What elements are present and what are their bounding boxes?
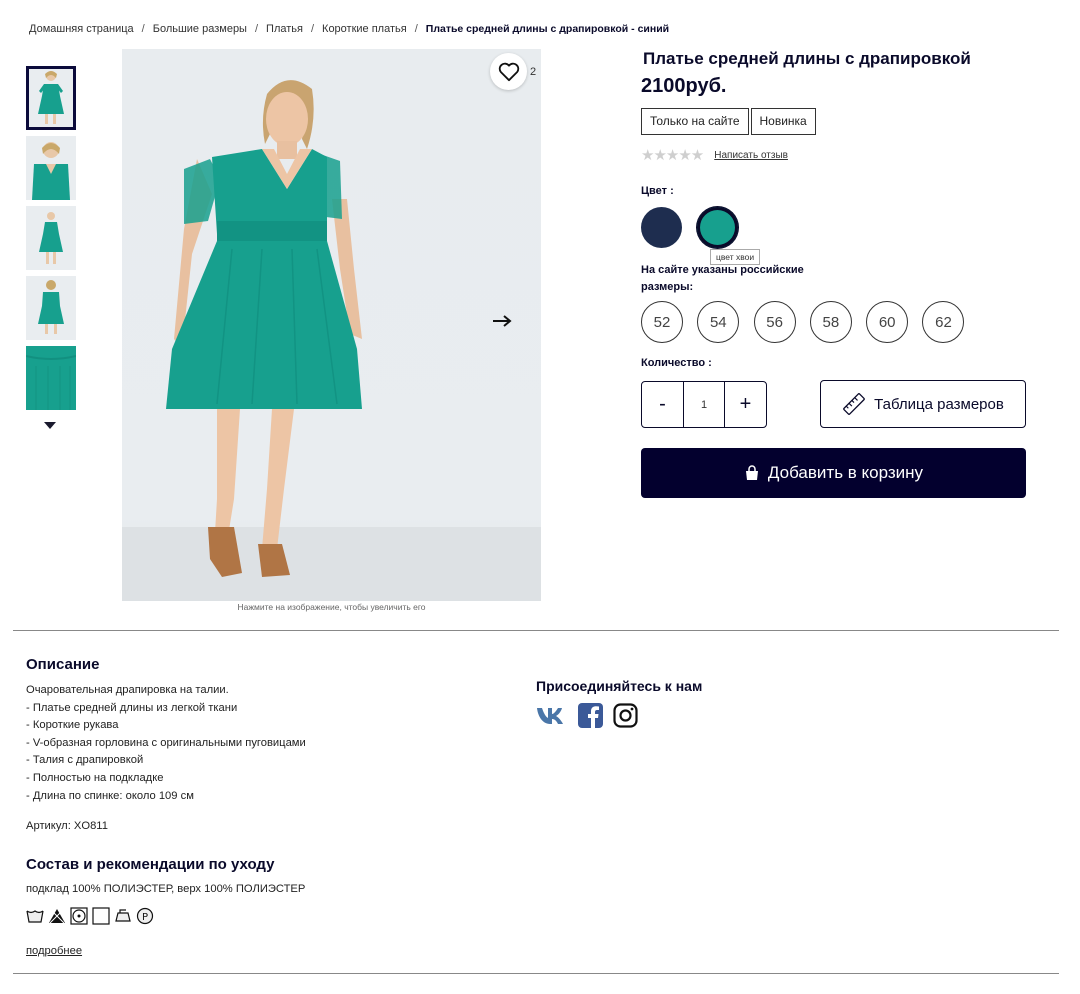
ruler-icon [843, 393, 865, 415]
divider [13, 630, 1059, 631]
description-text: Очаровательная драпировка на талии. - Пл… [26, 682, 306, 805]
wash-30-icon [26, 910, 44, 923]
social-links [536, 703, 638, 728]
tumble-dry-icon [70, 907, 88, 925]
favorites-count: 2 [530, 66, 537, 78]
svg-text:P: P [142, 912, 148, 923]
color-swatch-green[interactable] [697, 207, 738, 248]
breadcrumb-separator: / [141, 23, 145, 35]
favorite-button[interactable] [490, 53, 527, 90]
description-title: Описание [26, 656, 100, 673]
divider [13, 973, 1059, 974]
product-price: 2100руб. [641, 75, 727, 97]
breadcrumb-separator: / [310, 23, 315, 35]
badge-online-only: Только на сайте [641, 108, 749, 135]
size-selector: 52 54 56 58 60 62 [641, 301, 979, 343]
quantity-plus-button[interactable]: + [725, 382, 766, 427]
iron-low-icon [115, 909, 131, 922]
size-table-label: Таблица размеров [874, 395, 1004, 413]
breadcrumb-current: Платье средней длины с драпировкой - син… [425, 23, 670, 35]
care-icons: P [26, 907, 154, 925]
rating: ★★★★★ Написать отзыв [641, 146, 788, 164]
thumbnail-2[interactable] [26, 136, 76, 200]
breadcrumb: Домашняя страница / Большие размеры / Пл… [29, 23, 669, 35]
dry-clean-p-icon: P [136, 907, 154, 925]
size-option[interactable]: 60 [866, 301, 909, 343]
description-line: - Полностью на подкладке [26, 771, 164, 784]
thumbnails-down-arrow-icon[interactable] [44, 422, 56, 429]
zoom-hint: Нажмите на изображение, чтобы увеличить … [237, 602, 426, 612]
quantity-minus-button[interactable]: - [642, 382, 683, 427]
description-line: - Длина по спинке: около 109 см [26, 789, 194, 802]
thumbnail-list [26, 66, 76, 416]
quantity-input[interactable] [683, 382, 725, 427]
care-composition: подклад 100% ПОЛИЭСТЕР, верх 100% ПОЛИЭС… [26, 883, 306, 895]
size-option[interactable]: 58 [809, 301, 852, 343]
breadcrumb-plus-size[interactable]: Большие размеры [153, 23, 247, 35]
breadcrumb-dresses[interactable]: Платья [266, 23, 303, 35]
size-table-button[interactable]: Таблица размеров [820, 380, 1026, 428]
color-label: Цвет : [641, 185, 674, 197]
breadcrumb-separator: / [254, 23, 259, 35]
care-title: Состав и рекомендации по уходу [26, 856, 275, 873]
size-option[interactable]: 52 [641, 301, 683, 343]
description-line: - Талия с драпировкой [26, 754, 144, 767]
rating-stars-icon: ★★★★★ [641, 146, 704, 164]
thumbnail-3[interactable] [26, 206, 76, 270]
shopping-bag-icon [745, 465, 758, 480]
description-line: - Платье средней длины из легкой ткани [26, 701, 238, 714]
thumbnail-4[interactable] [26, 276, 76, 340]
more-link[interactable]: подробнее [26, 945, 82, 957]
facebook-icon[interactable] [578, 703, 603, 728]
thumbnail-1[interactable] [26, 66, 76, 130]
write-review-link[interactable]: Написать отзыв [714, 150, 788, 161]
quantity-stepper: - + [641, 381, 767, 428]
vk-icon[interactable] [536, 705, 568, 727]
product-title: Платье средней длины с драпировкой [643, 49, 971, 68]
size-option[interactable]: 56 [753, 301, 796, 343]
no-bleach-icon [49, 908, 65, 924]
description-line: Очаровательная драпировка на талии. [26, 684, 229, 696]
breadcrumb-home[interactable]: Домашняя страница [29, 23, 134, 35]
social-title: Присоединяйтесь к нам [536, 678, 703, 694]
next-image-arrow-icon[interactable] [492, 313, 512, 329]
article-number: Артикул: XO811 [26, 820, 108, 832]
breadcrumb-separator: / [414, 23, 418, 35]
description-line: - V-образная горловина с оригинальными п… [26, 736, 306, 749]
description-line: - Короткие рукава [26, 719, 119, 732]
add-to-cart-button[interactable]: Добавить в корзину [641, 448, 1026, 498]
product-badges: Только на сайте Новинка [641, 108, 816, 135]
add-to-cart-label: Добавить в корзину [767, 463, 924, 482]
color-swatch-navy[interactable] [641, 207, 682, 248]
color-tooltip: цвет хвои [710, 249, 761, 265]
line-dry-icon [92, 907, 110, 925]
main-product-image[interactable] [122, 49, 541, 601]
badge-new: Новинка [750, 108, 816, 135]
size-option[interactable]: 62 [922, 301, 965, 343]
thumbnail-5[interactable] [26, 346, 76, 410]
breadcrumb-short-dresses[interactable]: Короткие платья [322, 23, 407, 35]
heart-icon [498, 62, 519, 81]
instagram-icon[interactable] [613, 703, 638, 728]
size-note: На сайте указаны российские размеры: [641, 264, 804, 293]
size-option[interactable]: 54 [697, 301, 740, 343]
quantity-label: Количество : [641, 357, 712, 369]
